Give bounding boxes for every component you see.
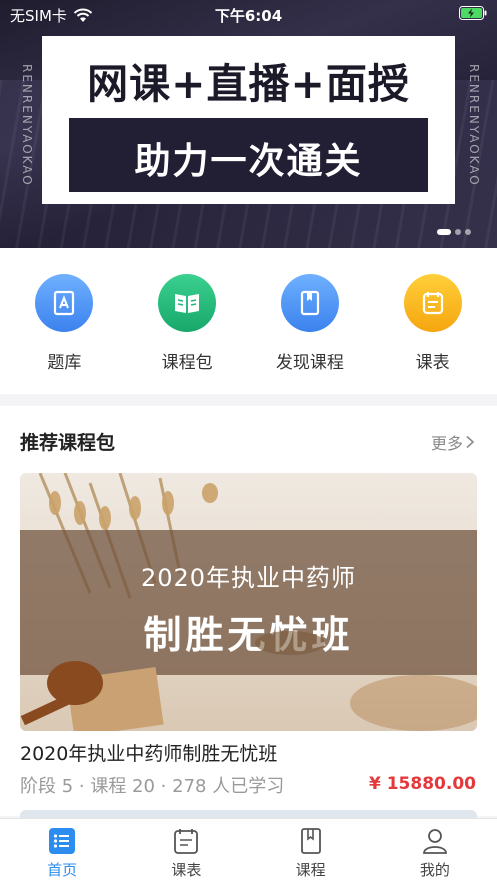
course-name[interactable]: 2020年执业中药师制胜无忧班 [20, 739, 277, 766]
course-cover-image[interactable]: 2020年执业中药师 制胜无忧班 [20, 473, 477, 731]
tab-home[interactable]: 首页 [0, 819, 124, 883]
more-label: 更多 [430, 434, 463, 453]
quick-nav-schedule[interactable]: 课表 [371, 248, 494, 394]
herb-bowl-decoration [20, 631, 477, 731]
course-meta: 阶段 5 · 课程 20 · 278 人已学习 [20, 776, 285, 797]
carousel-indicator [437, 229, 471, 235]
battery-charging-icon [459, 6, 487, 20]
status-bar: 无SIM卡 下午6:04 [0, 0, 497, 28]
quick-nav-label: 发现课程 [275, 353, 344, 373]
quick-nav-discover-course[interactable]: 发现课程 [249, 248, 372, 394]
banner-side-text-right: RENRENYAOKAO [467, 63, 481, 187]
quick-nav-label: 课程包 [161, 353, 213, 373]
quick-nav: 题库 课程包 发现课程 课表 [0, 248, 497, 394]
tab-label: 首页 [47, 861, 78, 879]
user-icon [422, 829, 447, 854]
app-screen: 无SIM卡 下午6:04 RENRENYAOKAO RENRENYAOKAO 网… [0, 0, 497, 883]
more-link[interactable]: 更多 [431, 430, 475, 454]
chevron-right-icon [466, 435, 475, 449]
course-package-icon [158, 274, 217, 332]
course-price: ¥ 15880.00 [368, 774, 476, 794]
discover-course-icon [280, 274, 339, 332]
book-icon [300, 828, 321, 854]
recommend-section: 推荐课程包 更多 2020年执业中药师 制胜无忧班 2020年执业中药师制胜无忧… [0, 406, 497, 816]
tab-label: 课程 [295, 861, 326, 879]
tab-label: 我的 [419, 861, 450, 879]
schedule-icon [403, 274, 462, 332]
tab-bar: 首页 课表 课程 我的 [0, 818, 497, 883]
carousel-dot[interactable] [465, 229, 471, 235]
quick-nav-course-package[interactable]: 课程包 [126, 248, 249, 394]
banner-side-text-left: RENRENYAOKAO [20, 63, 34, 187]
quick-nav-label: 课表 [415, 353, 450, 373]
tab-label: 课表 [171, 861, 202, 879]
tab-course[interactable]: 课程 [249, 819, 373, 883]
tab-mine[interactable]: 我的 [373, 819, 497, 883]
tab-schedule[interactable]: 课表 [124, 819, 248, 883]
schedule-icon [174, 829, 199, 854]
quick-nav-question-bank[interactable]: 题库 [3, 248, 126, 394]
banner-carousel[interactable]: 无SIM卡 下午6:04 RENRENYAOKAO RENRENYAOKAO 网… [0, 0, 497, 248]
quick-nav-label: 题库 [47, 353, 82, 373]
status-time: 下午6:04 [214, 7, 283, 25]
carousel-dot-active[interactable] [437, 229, 451, 235]
home-list-icon [49, 828, 76, 854]
cover-title-line1: 2020年执业中药师 [140, 564, 357, 592]
section-title: 推荐课程包 [20, 432, 116, 454]
carousel-dot[interactable] [455, 229, 461, 235]
banner-card: 网课+直播+面授 助力一次通关 [42, 36, 455, 204]
banner-title: 网课+直播+面授 [87, 60, 410, 108]
banner-subtitle-box: 助力一次通关 [69, 118, 428, 192]
banner-subtitle: 助力一次通关 [134, 141, 363, 182]
question-bank-icon [35, 274, 94, 332]
